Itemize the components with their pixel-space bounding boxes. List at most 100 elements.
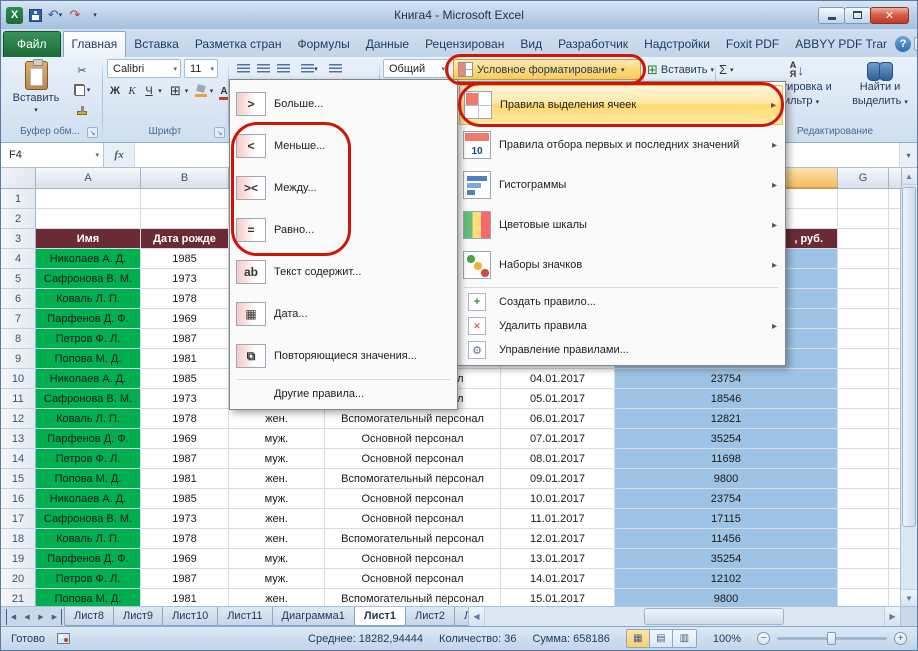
menu-item-data-bars[interactable]: Гистограммы▸ xyxy=(459,165,783,205)
cell-C20[interactable]: муж. xyxy=(229,569,325,589)
horizontal-scroll-thumb[interactable] xyxy=(644,608,784,625)
bold-button[interactable]: Ж xyxy=(107,82,123,100)
undo-button[interactable]: ↶▾ xyxy=(47,6,63,24)
cell-D18[interactable]: Вспомогательный персонал xyxy=(325,529,501,549)
cell-G3[interactable] xyxy=(838,229,889,249)
column-header-B[interactable]: B xyxy=(141,168,229,189)
row-header-15[interactable]: 15 xyxy=(1,469,36,489)
sheet-tab-Диаграмма1[interactable]: Диаграмма1 xyxy=(272,607,355,626)
row-header-6[interactable]: 6 xyxy=(1,289,36,309)
cell-A12[interactable]: Коваль Л. П. xyxy=(36,409,141,429)
row-header-21[interactable]: 21 xyxy=(1,589,36,606)
cell-D19[interactable]: Основной персонал xyxy=(325,549,501,569)
row-header-5[interactable]: 5 xyxy=(1,269,36,289)
cell-D12[interactable]: Вспомогательный персонал xyxy=(325,409,501,429)
cell-A20[interactable]: Петров Ф. Л. xyxy=(36,569,141,589)
cell-E19[interactable]: 13.01.2017 xyxy=(501,549,615,569)
tab-review[interactable]: Рецензирован xyxy=(417,32,512,57)
tab-home[interactable]: Главная xyxy=(63,31,127,57)
menu-item-highlight-cells-rules[interactable]: Правила выделения ячеек▸ xyxy=(459,85,783,125)
orientation-button[interactable]: ▾ xyxy=(300,60,319,77)
tab-view[interactable]: Вид xyxy=(512,32,550,57)
cell-C19[interactable]: муж. xyxy=(229,549,325,569)
cell-B11[interactable]: 1973 xyxy=(141,389,229,409)
row-header-4[interactable]: 4 xyxy=(1,249,36,269)
cell-E17[interactable]: 11.01.2017 xyxy=(501,509,615,529)
sheet-tab-Лис[interactable]: Лис xyxy=(454,607,468,626)
cell-E20[interactable]: 14.01.2017 xyxy=(501,569,615,589)
select-all-corner[interactable] xyxy=(1,168,36,189)
cell-B15[interactable]: 1981 xyxy=(141,469,229,489)
row-header-9[interactable]: 9 xyxy=(1,349,36,369)
cell-A1[interactable] xyxy=(36,189,141,209)
cell-E21[interactable]: 15.01.2017 xyxy=(501,589,615,606)
cell-B19[interactable]: 1969 xyxy=(141,549,229,569)
cell-C12[interactable]: жен. xyxy=(229,409,325,429)
tab-formulas[interactable]: Формулы xyxy=(289,32,357,57)
help-icon[interactable]: ? xyxy=(895,36,911,52)
tab-page-layout[interactable]: Разметка стран xyxy=(187,32,290,57)
cell-B2[interactable] xyxy=(141,209,229,229)
vertical-scrollbar[interactable]: ▲ ▼ xyxy=(900,168,917,606)
cell-B20[interactable]: 1987 xyxy=(141,569,229,589)
cell-A15[interactable]: Попова М. Д. xyxy=(36,469,141,489)
cell-G15[interactable] xyxy=(838,469,889,489)
horizontal-scrollbar[interactable]: ◀ ▶ xyxy=(468,607,900,626)
vertical-scroll-thumb[interactable] xyxy=(902,187,916,527)
cell-A5[interactable]: Сафронова В. М. xyxy=(36,269,141,289)
wrap-text-button[interactable] xyxy=(326,60,345,77)
cell-A18[interactable]: Коваль Л. П. xyxy=(36,529,141,549)
submenu-item-duplicate-values[interactable]: Повторяющиеся значения... xyxy=(232,335,455,377)
cell-F17[interactable]: 17115 xyxy=(615,509,838,529)
tab-insert[interactable]: Вставка xyxy=(126,32,187,57)
cell-G14[interactable] xyxy=(838,449,889,469)
cell-G2[interactable] xyxy=(838,209,889,229)
column-header-partial[interactable] xyxy=(889,168,902,189)
underline-dropdown-icon[interactable]: ▾ xyxy=(155,82,165,100)
redo-button[interactable]: ↷ xyxy=(67,6,83,24)
cell-B3[interactable]: Дата рожде xyxy=(141,229,229,249)
submenu-item-greater-than[interactable]: Больше... xyxy=(232,83,455,125)
row-header-18[interactable]: 18 xyxy=(1,529,36,549)
cell-F15[interactable]: 9800 xyxy=(615,469,838,489)
cell-E11[interactable]: 05.01.2017 xyxy=(501,389,615,409)
sheet-tab-Лист10[interactable]: Лист10 xyxy=(162,607,218,626)
cell-G19[interactable] xyxy=(838,549,889,569)
cell-C15[interactable]: жен. xyxy=(229,469,325,489)
cell-D20[interactable]: Основной персонал xyxy=(325,569,501,589)
cell-B18[interactable]: 1978 xyxy=(141,529,229,549)
cell-F21[interactable]: 9800 xyxy=(615,589,838,606)
cell-A13[interactable]: Парфенов Д. Ф. xyxy=(36,429,141,449)
sheet-tab-Лист2[interactable]: Лист2 xyxy=(405,607,455,626)
cell-G7[interactable] xyxy=(838,309,889,329)
workbook-minimize-button[interactable]: — xyxy=(914,37,918,51)
cell-B14[interactable]: 1987 xyxy=(141,449,229,469)
cell-C17[interactable]: жен. xyxy=(229,509,325,529)
cell-A17[interactable]: Сафронова В. М. xyxy=(36,509,141,529)
cell-F10[interactable]: 23754 xyxy=(615,369,838,389)
record-macro-icon[interactable] xyxy=(57,633,70,644)
submenu-item-date[interactable]: Дата... xyxy=(232,293,455,335)
cell-F12[interactable]: 12821 xyxy=(615,409,838,429)
maximize-button[interactable] xyxy=(844,7,871,24)
cell-G11[interactable] xyxy=(838,389,889,409)
cell-A14[interactable]: Петров Ф. Л. xyxy=(36,449,141,469)
italic-button[interactable]: К xyxy=(124,82,140,100)
format-painter-button[interactable] xyxy=(69,101,95,119)
excel-logo-icon[interactable]: X xyxy=(6,6,23,24)
cell-B5[interactable]: 1973 xyxy=(141,269,229,289)
last-sheet-icon[interactable]: ▶ xyxy=(48,609,62,625)
cell-A21[interactable]: Попова М. Д. xyxy=(36,589,141,606)
cell-F13[interactable]: 35254 xyxy=(615,429,838,449)
row-header-20[interactable]: 20 xyxy=(1,569,36,589)
cell-G17[interactable] xyxy=(838,509,889,529)
paste-button[interactable]: Вставить ▾ xyxy=(5,59,67,114)
submenu-item-equal-to[interactable]: Равно... xyxy=(232,209,455,251)
cell-D17[interactable]: Основной персонал xyxy=(325,509,501,529)
cell-A4[interactable]: Николаев А. Д. xyxy=(36,249,141,269)
zoom-thumb[interactable] xyxy=(827,632,836,645)
cell-B12[interactable]: 1978 xyxy=(141,409,229,429)
row-header-1[interactable]: 1 xyxy=(1,189,36,209)
cell-B16[interactable]: 1985 xyxy=(141,489,229,509)
cell-G4[interactable] xyxy=(838,249,889,269)
